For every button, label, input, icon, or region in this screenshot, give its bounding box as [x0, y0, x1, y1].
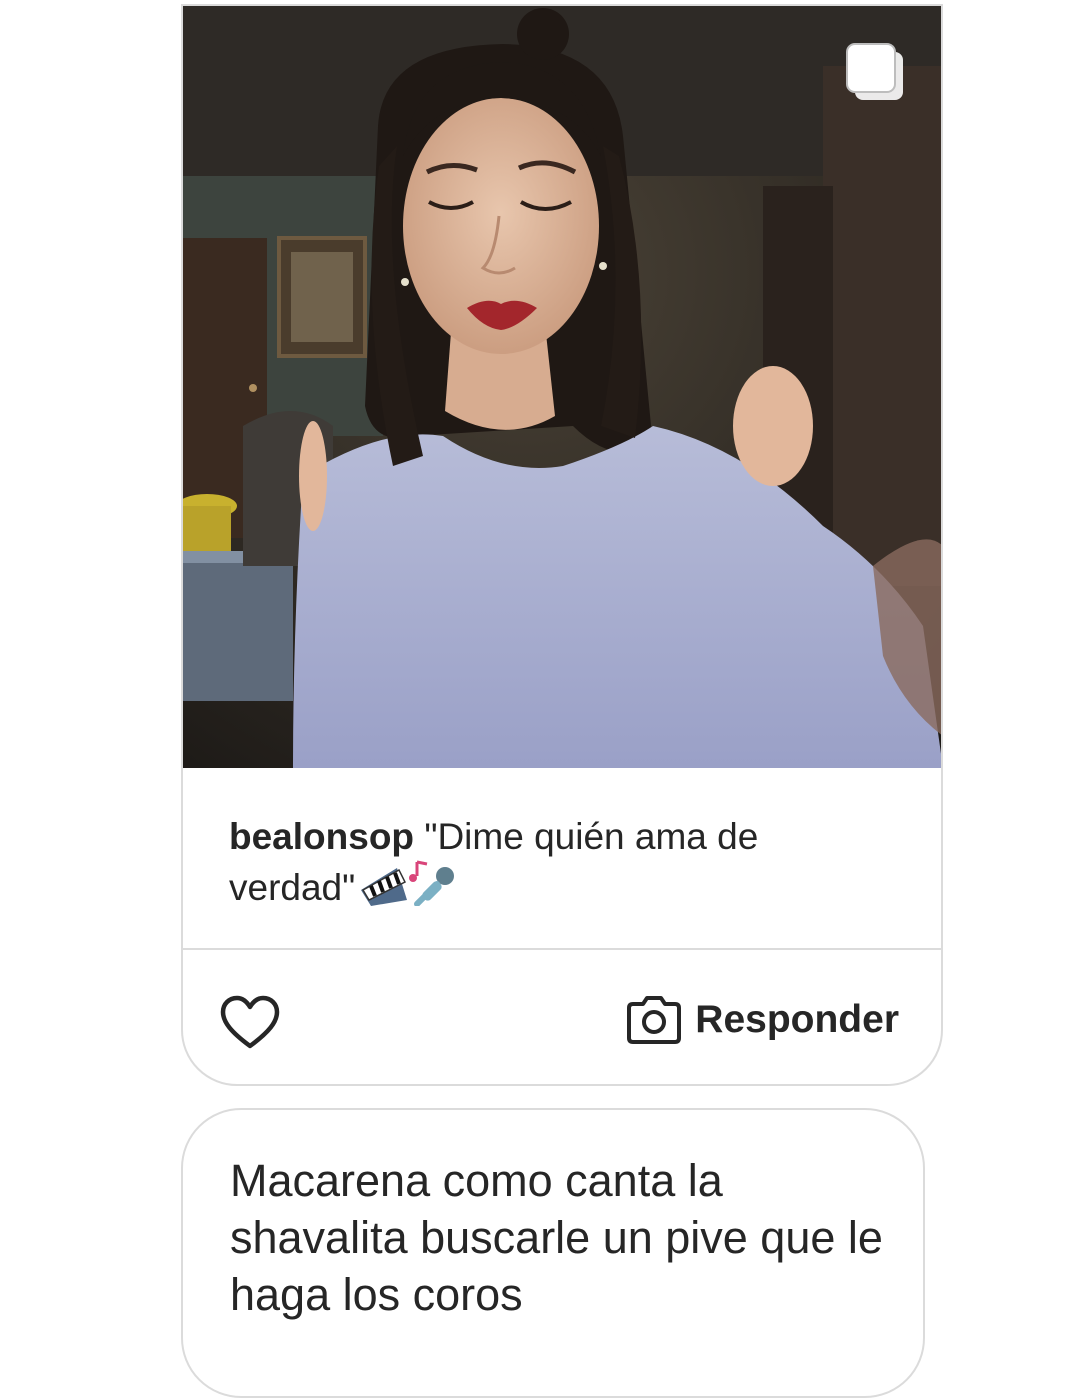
reply-bubble: Macarena como canta la shavalita buscarl…: [181, 1108, 925, 1398]
heart-icon[interactable]: [219, 994, 281, 1052]
caption-emojis: [357, 860, 457, 917]
post-caption: bealonsop "Dime quién ama de verdad": [229, 814, 889, 917]
post-photo: [183, 6, 941, 768]
carousel-icon: [846, 43, 903, 100]
reply-label: Responder: [695, 998, 899, 1041]
musical-keyboard-icon: [361, 860, 455, 907]
camera-icon: [627, 996, 682, 1044]
reply-text: Macarena como canta la shavalita buscarl…: [230, 1155, 883, 1320]
divider: [183, 948, 941, 950]
post-username[interactable]: bealonsop: [229, 816, 414, 857]
post-image[interactable]: [183, 6, 941, 768]
reply-button[interactable]: Responder: [625, 992, 899, 1048]
story-post-card: bealonsop "Dime quién ama de verdad" Res…: [181, 4, 943, 1086]
